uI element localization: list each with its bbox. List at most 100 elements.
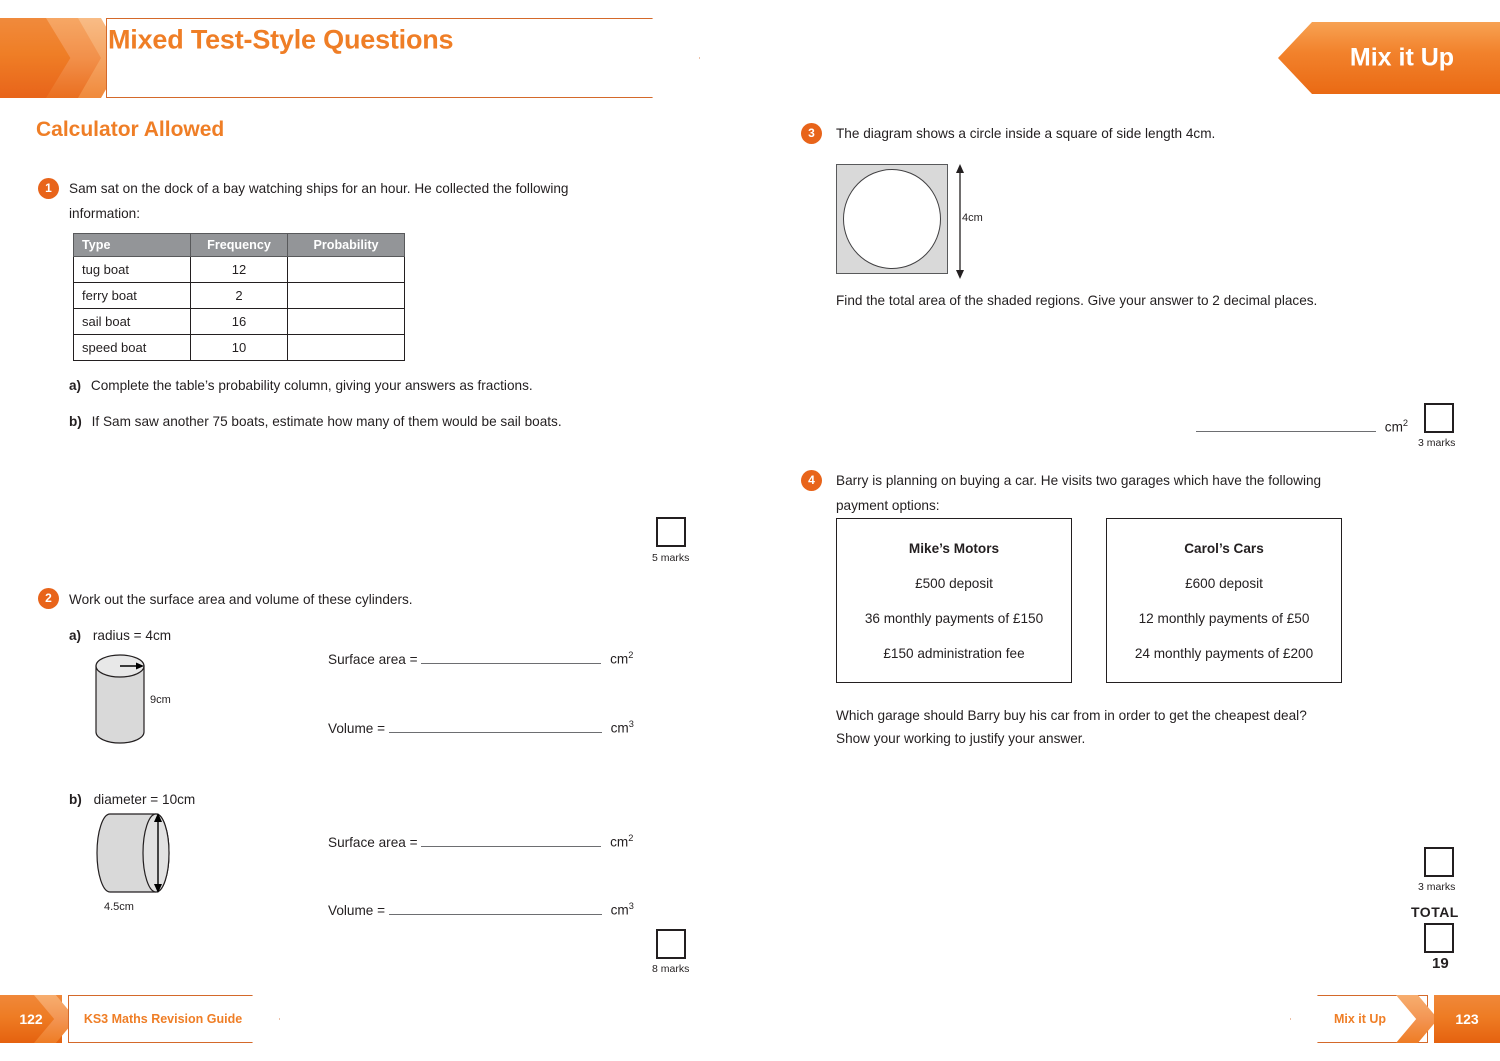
part-b-letter: b): [69, 414, 82, 429]
question-4-prompt-line2: Show your working to justify your answer…: [836, 731, 1086, 746]
worksheet-page: Mixed Test-Style Questions Mix it Up Cal…: [0, 0, 1500, 1061]
question-1-part-b: b) If Sam saw another 75 boats, estimate…: [69, 409, 562, 434]
marks-box-q3[interactable]: [1424, 403, 1454, 433]
table-row: tug boat 12: [73, 256, 405, 283]
footer-right-text: Mix it Up: [1333, 1012, 1387, 1026]
footer-left-page-number: 122: [19, 1011, 43, 1027]
table-header-type: Type: [73, 233, 191, 257]
marks-box-q2[interactable]: [656, 929, 686, 959]
q2b-surface-area-answer: Surface area = cm2: [328, 833, 633, 850]
marks-box-q1[interactable]: [656, 517, 686, 547]
marks-label-q1: 5 marks: [652, 552, 690, 564]
total-value: 19: [1432, 955, 1449, 972]
cell-frequency: 2: [190, 282, 288, 309]
cell-frequency: 16: [190, 308, 288, 335]
garage-box-carols-cars: Carol’s Cars £600 deposit 12 monthly pay…: [1106, 518, 1342, 683]
garage-title: Carol’s Cars: [1184, 541, 1264, 556]
garage-title: Mike’s Motors: [908, 541, 1000, 556]
cylinder-height-label: 9cm: [150, 694, 171, 706]
question-2-part-a: a) radius = 4cm: [69, 623, 171, 648]
answer-line[interactable]: [388, 901, 602, 915]
garage-line: 24 monthly payments of £200: [1134, 646, 1314, 661]
cell-probability[interactable]: [287, 256, 405, 283]
answer-line[interactable]: [1196, 418, 1376, 432]
answer-line[interactable]: [388, 719, 602, 733]
cylinder-horizontal-svg: [96, 813, 170, 893]
table-header-frequency: Frequency: [190, 233, 288, 257]
part-b-text: diameter = 10cm: [93, 792, 196, 807]
cell-type: tug boat: [73, 256, 191, 283]
q3-answer-row: cm2: [1196, 418, 1408, 435]
q2a-surface-area-answer: Surface area = cm2: [328, 650, 633, 667]
garage-line: 12 monthly payments of £50: [1138, 611, 1310, 626]
footer-right-page-number: 123: [1455, 1011, 1479, 1027]
cylinder-horizontal-diagram: 4.5cm: [88, 808, 218, 918]
question-3-text: The diagram shows a circle inside a squa…: [836, 126, 1216, 141]
mix-it-up-tab: Mix it Up: [1278, 22, 1500, 94]
answer-line[interactable]: [421, 833, 602, 847]
cylinder-width-label: 4.5cm: [104, 901, 134, 913]
garage-line: £500 deposit: [915, 576, 993, 591]
garage-line: £150 administration fee: [883, 646, 1025, 661]
part-b-text: If Sam saw another 75 boats, estimate ho…: [91, 414, 562, 429]
circle-shape: [843, 169, 941, 269]
unit-cm-squared: cm2: [610, 650, 634, 667]
marks-label-q3: 3 marks: [1418, 437, 1456, 449]
marks-label-q2: 8 marks: [652, 963, 690, 975]
q2b-volume-answer: Volume = cm3: [328, 901, 634, 918]
answer-line[interactable]: [421, 650, 602, 664]
volume-label: Volume =: [328, 903, 386, 918]
footer-left: 122 KS3 Maths Revision Guide: [0, 995, 280, 1043]
table-row: ferry boat 2: [73, 282, 405, 309]
question-number-4: 4: [801, 470, 822, 491]
cell-type: sail boat: [73, 308, 191, 335]
cell-probability[interactable]: [287, 282, 405, 309]
part-a-text: Complete the table’s probability column,…: [90, 378, 533, 393]
surface-area-label: Surface area =: [328, 652, 418, 667]
question-number-2: 2: [38, 588, 59, 609]
q2a-volume-answer: Volume = cm3: [328, 719, 634, 736]
marks-box-q4[interactable]: [1424, 847, 1454, 877]
cylinder-vertical-diagram: 9cm: [88, 650, 208, 755]
square-side-label: 4cm: [962, 212, 983, 224]
question-4-text: Barry is planning on buying a car. He vi…: [836, 473, 1322, 513]
footer-right: Mix it Up 123: [1290, 995, 1500, 1043]
part-a-text: radius = 4cm: [92, 628, 172, 643]
cell-type: ferry boat: [73, 282, 191, 309]
question-1-text: Sam sat on the dock of a bay watching sh…: [69, 181, 569, 221]
question-1-part-a: a) Complete the table’s probability colu…: [69, 373, 533, 398]
cell-frequency: 10: [190, 334, 288, 361]
question-4-prompt-line1: Which garage should Barry buy his car fr…: [836, 708, 1307, 723]
part-b-letter: b): [69, 792, 82, 807]
unit-cm-cubed: cm3: [610, 719, 634, 736]
total-marks-box[interactable]: [1424, 923, 1454, 953]
table-row: speed boat 10: [73, 334, 405, 361]
page-title: Mixed Test-Style Questions: [108, 24, 454, 55]
part-a-letter: a): [69, 628, 82, 643]
cell-probability[interactable]: [287, 334, 405, 361]
cylinder-vertical-svg: [95, 654, 145, 744]
circle-in-square-diagram: 4cm: [836, 164, 1006, 279]
garage-line: £600 deposit: [1185, 576, 1263, 591]
unit-cm-squared: cm2: [610, 833, 634, 850]
cell-frequency: 12: [190, 256, 288, 283]
table-row: sail boat 16: [73, 308, 405, 335]
mix-it-up-tab-label: Mix it Up: [1349, 43, 1455, 72]
unit-cm-cubed: cm3: [610, 901, 634, 918]
garage-box-mikes-motors: Mike’s Motors £500 deposit 36 monthly pa…: [836, 518, 1072, 683]
garage-line: 36 monthly payments of £150: [864, 611, 1044, 626]
question-2-text: Work out the surface area and volume of …: [69, 592, 413, 607]
total-label: TOTAL: [1411, 904, 1459, 920]
question-number-3: 3: [801, 123, 822, 144]
volume-label: Volume =: [328, 721, 386, 736]
marks-label-q4: 3 marks: [1418, 881, 1456, 893]
section-heading: Calculator Allowed: [36, 118, 225, 141]
table-header-probability: Probability: [287, 233, 405, 257]
question-number-1: 1: [38, 178, 59, 199]
cell-probability[interactable]: [287, 308, 405, 335]
cell-type: speed boat: [73, 334, 191, 361]
footer-left-text: KS3 Maths Revision Guide: [83, 1012, 243, 1026]
question-3-prompt: Find the total area of the shaded region…: [836, 293, 1318, 308]
surface-area-label: Surface area =: [328, 835, 418, 850]
unit-cm-squared: cm2: [1384, 418, 1409, 435]
